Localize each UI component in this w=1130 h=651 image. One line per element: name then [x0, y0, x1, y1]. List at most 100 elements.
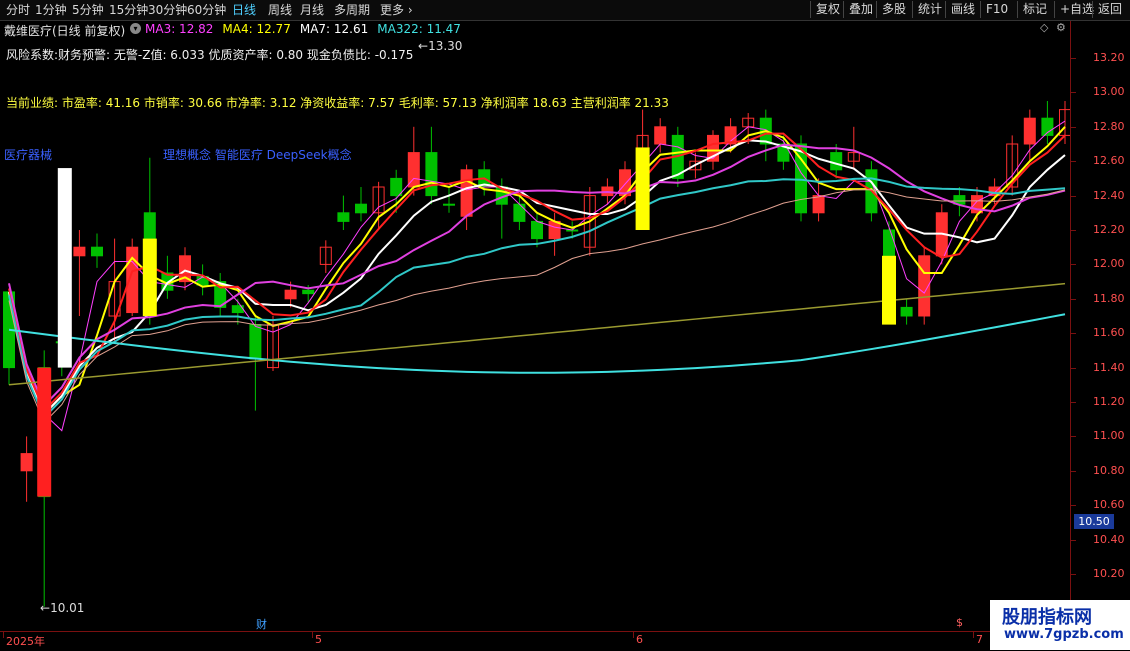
- price-tick: [1071, 195, 1076, 197]
- period-tab-5[interactable]: 60分钟: [187, 2, 226, 18]
- price-tick: [1071, 436, 1076, 438]
- candlestick-chart[interactable]: [0, 21, 1070, 631]
- price-tick-label: 10.80: [1093, 463, 1125, 477]
- candle-body: [443, 203, 455, 206]
- logo-url: www.7gpzb.com: [1004, 627, 1124, 642]
- candle-body: [1023, 117, 1036, 145]
- price-tick-label: 12.40: [1093, 188, 1125, 202]
- price-tick-label: 10.40: [1093, 532, 1125, 546]
- logo-title: 股朋指标网: [1002, 607, 1092, 628]
- price-tick-label: 11.00: [1093, 429, 1125, 443]
- price-tick-label: 11.40: [1093, 360, 1125, 374]
- price-tick-label: 11.20: [1093, 395, 1125, 408]
- period-tab-0[interactable]: 分时: [6, 2, 30, 18]
- price-tick-label: 12.80: [1093, 119, 1125, 133]
- price-tick-label: 11.80: [1093, 291, 1125, 305]
- price-tick: [1071, 126, 1076, 128]
- high-annotation: ←13.30: [418, 39, 463, 53]
- date-tick: [312, 632, 313, 638]
- toolbar-button-4[interactable]: 画线: [945, 1, 980, 18]
- period-toolbar: 分时 1分钟 5分钟 15分钟 30分钟 60分钟 日线 周线 月线 多周期 更多 › 复权 叠加 多股统…: [0, 0, 1130, 21]
- signal-bar: [882, 255, 896, 325]
- candle-body: [830, 152, 843, 171]
- candle-body: [91, 246, 103, 257]
- watermark-logo: 股朋指标网 www.7gpzb.com: [990, 600, 1130, 650]
- price-tick: [1071, 539, 1076, 541]
- candle-body: [284, 289, 297, 300]
- price-tick: [1071, 470, 1076, 472]
- low-annotation: ←10.01: [40, 601, 85, 615]
- period-tab-7[interactable]: 周线: [268, 2, 292, 18]
- toolbar-button-8[interactable]: 返回: [1092, 1, 1127, 18]
- date-tick: [3, 632, 4, 638]
- candle-body: [337, 212, 350, 222]
- date-label: 6: [636, 633, 643, 646]
- signal-bar: [635, 147, 650, 230]
- financial-marker[interactable]: 财: [256, 616, 267, 632]
- price-tick-label: 12.60: [1093, 154, 1125, 168]
- date-axis: 2025年 5 6 7: [0, 631, 1070, 651]
- period-tab-9[interactable]: 多周期: [334, 2, 370, 18]
- current-price-tag: 10.50: [1074, 514, 1114, 530]
- dividend-marker[interactable]: $: [956, 616, 963, 629]
- price-tick-label: 13.20: [1093, 51, 1125, 64]
- price-tick: [1071, 92, 1076, 94]
- price-tick: [1071, 58, 1076, 59]
- toolbar-button-1[interactable]: 叠加: [843, 1, 878, 18]
- period-tab-2[interactable]: 5分钟: [72, 2, 104, 18]
- low-value: 10.01: [50, 601, 85, 615]
- ma-olive-line: [8, 282, 1066, 386]
- candle-body: [302, 289, 315, 295]
- candle-body: [812, 195, 825, 214]
- price-tick: [1071, 402, 1076, 403]
- toolbar-button-3[interactable]: 统计: [912, 1, 947, 18]
- price-tick-label: 10.20: [1093, 567, 1125, 580]
- signal-bar: [57, 168, 72, 368]
- date-label: 7: [976, 633, 983, 646]
- high-value: 13.30: [428, 39, 463, 53]
- period-tab-4[interactable]: 30分钟: [148, 2, 187, 18]
- performance-info: 当前业绩: 市盈率: 41.16 市销率: 30.66 市净率: 3.12 净资…: [6, 96, 669, 110]
- toolbar-button-5[interactable]: F10: [980, 1, 1013, 18]
- price-tick: [1071, 333, 1076, 335]
- period-tab-10[interactable]: 更多 ›: [380, 2, 413, 18]
- risk-info: 风险系数:财务预警: 无警-Z值: 6.033 优质资产率: 0.80 现金负债…: [6, 48, 414, 62]
- date-tick: [973, 632, 974, 638]
- signal-bar: [37, 367, 52, 497]
- candle-body: [20, 453, 33, 472]
- candle-body: [355, 203, 367, 214]
- date-label: 2025年: [6, 635, 45, 648]
- period-tab-6[interactable]: 日线: [232, 2, 256, 18]
- price-tick: [1071, 505, 1076, 507]
- price-tick-label: 12.20: [1093, 223, 1125, 236]
- candle-body: [407, 152, 420, 188]
- period-tab-8[interactable]: 月线: [300, 2, 324, 18]
- date-tick: [633, 632, 634, 638]
- toolbar-button-2[interactable]: 多股: [876, 1, 911, 18]
- concept-left: 医疗器械: [4, 148, 53, 162]
- price-tick: [1071, 230, 1076, 231]
- price-tick: [1071, 574, 1076, 575]
- toolbar-button-0[interactable]: 复权: [810, 1, 845, 18]
- candle-body: [249, 324, 262, 360]
- price-tick-label: 11.60: [1093, 326, 1125, 340]
- period-tab-1[interactable]: 1分钟: [35, 2, 67, 18]
- price-tick-label: 12.00: [1093, 257, 1125, 271]
- candle-body: [425, 152, 438, 197]
- signal-bar: [142, 238, 157, 316]
- candle-body: [900, 306, 913, 317]
- price-tick: [1071, 264, 1076, 266]
- toolbar-button-6[interactable]: 标记: [1017, 1, 1052, 18]
- price-axis: 13.20 13.00 12.80 12.60 12.40 12.20 12.00 11.80…: [1070, 21, 1130, 631]
- candle-body: [548, 220, 561, 240]
- candle-body: [531, 220, 543, 240]
- price-tick: [1071, 161, 1076, 163]
- price-tick-label: 10.60: [1093, 498, 1125, 512]
- period-tab-3[interactable]: 15分钟: [109, 2, 148, 18]
- price-tick: [1071, 298, 1076, 300]
- candle-body: [513, 203, 526, 222]
- candle-body: [460, 169, 473, 217]
- price-tick-label: 13.00: [1093, 85, 1125, 99]
- price-tick: [1071, 367, 1076, 369]
- date-label: 5: [315, 633, 322, 646]
